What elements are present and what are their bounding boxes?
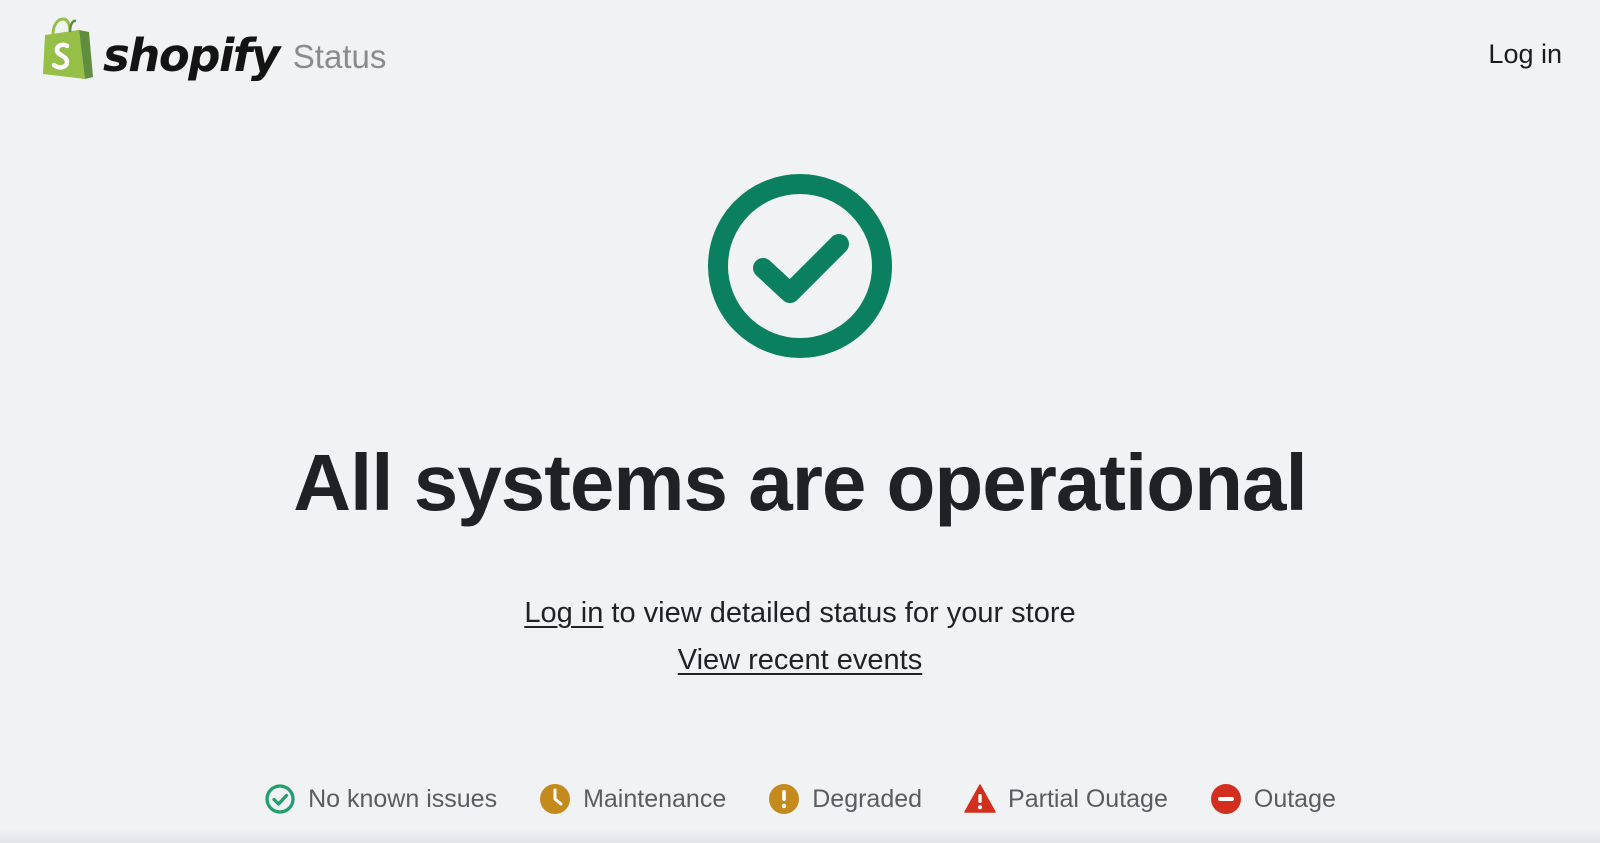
warning-triangle-icon bbox=[964, 784, 996, 813]
legend-item-outage: Outage bbox=[1210, 783, 1336, 815]
check-circle-icon bbox=[265, 784, 295, 814]
page-title: All systems are operational bbox=[293, 438, 1307, 527]
login-prompt: Log in to view detailed status for your … bbox=[0, 596, 1600, 631]
body-login-link[interactable]: Log in bbox=[524, 597, 603, 629]
legend-item-maintenance: Maintenance bbox=[539, 783, 726, 815]
check-circle-icon bbox=[708, 174, 892, 358]
legend-label: No known issues bbox=[308, 784, 498, 813]
bottom-shade bbox=[0, 829, 1600, 843]
minus-circle-icon bbox=[1210, 784, 1241, 814]
view-recent-events-link[interactable]: View recent events bbox=[678, 644, 923, 676]
legend-label: Outage bbox=[1253, 784, 1336, 813]
legend-item-partial-outage: Partial Outage bbox=[964, 783, 1168, 815]
brand-suffix: Status bbox=[292, 38, 387, 75]
status-legend: No known issues Maintenance Degraded Par… bbox=[0, 783, 1600, 815]
legend-label: Degraded bbox=[812, 784, 923, 813]
legend-item-degraded: Degraded bbox=[768, 783, 922, 815]
legend-label: Maintenance bbox=[583, 784, 727, 813]
events-row: View recent events bbox=[0, 643, 1600, 678]
header: shopify Status Log in bbox=[0, 0, 1600, 115]
login-prompt-text: to view detailed status for your store bbox=[603, 597, 1076, 629]
brand-name: shopify bbox=[103, 29, 280, 82]
legend-label: Partial Outage bbox=[1008, 784, 1168, 813]
legend-item-no-known-issues: No known issues bbox=[264, 783, 497, 815]
shopify-bag-icon bbox=[43, 17, 93, 79]
status-page: shopify Status Log in All systems are op… bbox=[0, 0, 1600, 843]
exclamation-circle-icon bbox=[769, 784, 800, 814]
clock-icon bbox=[540, 784, 571, 814]
header-login-link[interactable]: Log in bbox=[1488, 39, 1562, 70]
brand-logo[interactable]: shopify Status bbox=[39, 17, 386, 83]
